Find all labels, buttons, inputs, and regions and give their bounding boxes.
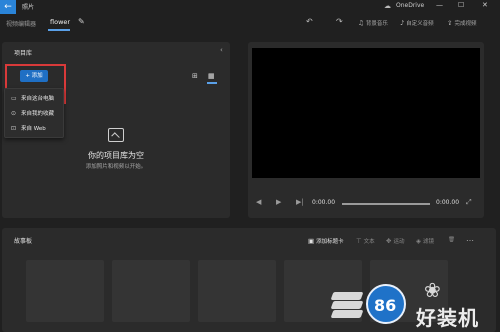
onedrive-label[interactable]: OneDrive	[396, 2, 424, 9]
fullscreen-icon[interactable]: ⤢	[466, 198, 472, 207]
motion-icon: ✥	[386, 237, 392, 245]
minimize-button[interactable]: —	[436, 1, 443, 9]
menu-item-from-pc[interactable]: ▭ 来自这台电脑	[5, 92, 65, 106]
redo-icon[interactable]: ↷	[336, 17, 343, 26]
cloud-icon: ☁	[384, 2, 391, 10]
text-button[interactable]: ⊤ 文本	[356, 237, 375, 245]
project-name: flower	[50, 18, 71, 26]
menu-item-from-collection[interactable]: ⊙ 来自我的收藏	[5, 107, 65, 121]
motion-button[interactable]: ✥ 运动	[386, 237, 404, 245]
video-preview	[252, 48, 480, 178]
background-music-button[interactable]: ♫ 背景音乐	[358, 19, 388, 27]
paw-icon: ❀	[424, 278, 441, 302]
add-title-card-button[interactable]: ▣ 添加标题卡	[308, 237, 344, 245]
playback-controls: ◀ ▶ ▶| 0:00.00 0:00.00 ⤢	[254, 194, 478, 214]
view-selected-indicator	[207, 82, 217, 84]
skip-back-icon[interactable]: ◀	[256, 198, 261, 206]
back-button[interactable]: ←	[0, 0, 16, 14]
custom-audio-button[interactable]: ♪ 自定义音频	[400, 19, 434, 27]
finish-video-button[interactable]: ⇪ 完成视频	[447, 19, 476, 27]
audio-icon: ♪	[400, 19, 405, 27]
music-icon: ♫	[358, 19, 364, 27]
filter-icon: ◈	[416, 237, 421, 245]
empty-library-subtitle: 添加照片和视频以开始。	[85, 164, 147, 170]
more-options-icon[interactable]: …	[466, 234, 474, 243]
export-icon: ⇪	[447, 19, 453, 27]
web-icon: ⊡	[11, 125, 17, 132]
total-time: 0:00.00	[436, 199, 460, 206]
grid-view-icon[interactable]: ⊞	[192, 72, 198, 80]
rename-pencil-icon[interactable]: ✎	[78, 17, 85, 26]
preview-panel	[248, 42, 484, 218]
toolbar: 视频编辑器 flower ✎ ↶ ↷ ♫ 背景音乐 ♪ 自定义音频 ⇪ 完成视频	[0, 14, 500, 32]
title-card-icon: ▣	[308, 237, 315, 245]
skip-forward-icon[interactable]: ▶|	[296, 198, 304, 206]
maximize-button[interactable]: ☐	[458, 1, 464, 9]
seek-bar[interactable]	[342, 203, 430, 205]
storyboard-slot[interactable]	[112, 260, 190, 322]
storyboard-title: 故事板	[14, 238, 33, 245]
text-icon: ⊤	[356, 237, 362, 245]
storyboard-slot[interactable]	[198, 260, 276, 322]
layers-icon	[330, 292, 364, 318]
empty-library-title: 你的项目库为空	[88, 151, 144, 160]
delete-icon[interactable]: 🗑	[448, 237, 455, 243]
add-menu: ▭ 来自这台电脑 ⊙ 来自我的收藏 ⊡ 来自 Web	[4, 88, 64, 138]
close-button[interactable]: ✕	[482, 1, 488, 9]
undo-icon[interactable]: ↶	[306, 17, 313, 26]
collapse-chevron-icon[interactable]: ‹	[220, 46, 223, 54]
title-bar: ← 照片 ☁ OneDrive — ☐ ✕	[0, 0, 500, 14]
current-time: 0:00.00	[312, 199, 336, 206]
folder-icon: ▭	[11, 95, 17, 102]
breadcrumb-underline	[48, 29, 70, 31]
menu-item-from-web[interactable]: ⊡ 来自 Web	[5, 122, 65, 136]
library-title: 项目库	[14, 50, 33, 57]
app-title: 照片	[22, 4, 35, 11]
watermark-logo: 86 ❀ 好装机	[330, 276, 500, 332]
watermark-badge: 86	[366, 284, 406, 324]
empty-library-icon	[108, 128, 124, 142]
watermark-text: 好装机	[416, 306, 479, 330]
play-icon[interactable]: ▶	[276, 198, 281, 206]
filter-button[interactable]: ◈ 滤镜	[416, 237, 434, 245]
breadcrumb-parent[interactable]: 视频编辑器	[6, 19, 36, 28]
collection-icon: ⊙	[11, 110, 17, 117]
storyboard-slot[interactable]	[26, 260, 104, 322]
list-view-icon[interactable]: ▦	[208, 72, 215, 80]
